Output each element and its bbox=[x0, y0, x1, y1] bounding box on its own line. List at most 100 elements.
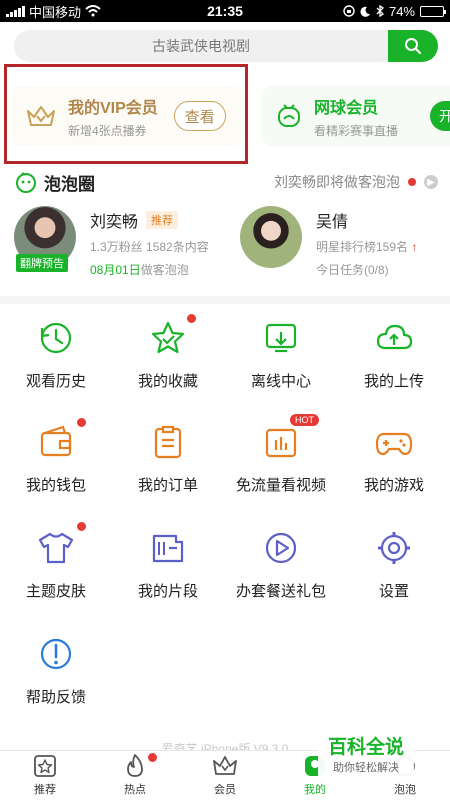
tab-vip[interactable]: 会员 bbox=[180, 751, 270, 800]
arrow-up-icon: ↑ bbox=[411, 240, 418, 254]
grid-item-settings[interactable]: 设置 bbox=[338, 528, 450, 618]
grid-item-help[interactable]: 帮助反馈 bbox=[0, 634, 112, 724]
tab-recommend[interactable]: 推荐 bbox=[0, 751, 90, 800]
avatar bbox=[240, 206, 302, 268]
status-bar: 中国移动 21:35 74% bbox=[0, 0, 450, 22]
wallet-icon bbox=[36, 418, 86, 462]
tab-hot[interactable]: 热点 bbox=[90, 751, 180, 800]
settings-gear-icon bbox=[374, 528, 414, 568]
grid-item-themes[interactable]: 主题皮肤 bbox=[0, 522, 112, 618]
grid-label: 我的上传 bbox=[363, 373, 424, 390]
help-icon bbox=[36, 634, 76, 674]
tab-label: 热点 bbox=[124, 784, 146, 796]
grid-label: 主题皮肤 bbox=[25, 583, 86, 600]
grid-label: 我的订单 bbox=[137, 477, 198, 494]
history-icon bbox=[36, 318, 76, 358]
grid-label: 我的收藏 bbox=[137, 373, 198, 390]
star-card-liu[interactable]: 翻牌预告 刘奕畅 推荐 1.3万粉丝 1582条内容 08月01日做客泡泡 bbox=[14, 206, 234, 278]
bubble-circle-header[interactable]: 泡泡圈 刘奕畅即将做客泡泡 ▶ bbox=[14, 168, 438, 196]
vip-member-card[interactable]: 我的VIP会员 新增4张点播券 查看 bbox=[12, 86, 242, 146]
vip-view-button[interactable]: 查看 bbox=[173, 101, 226, 131]
moon-icon bbox=[360, 6, 370, 17]
star-card-wu[interactable]: 吴倩 明星排行榜159名 ↑ 今日任务(0/8) bbox=[240, 206, 440, 277]
grid-label: 观看历史 bbox=[25, 373, 86, 390]
star-rank: 明星排行榜159名 bbox=[316, 240, 409, 254]
status-left: 中国移动 bbox=[0, 2, 160, 21]
star-date: 08月01日 bbox=[90, 263, 141, 277]
star-name-row: 刘奕畅 推荐 bbox=[90, 208, 209, 232]
star-info: 吴倩 明星排行榜159名 ↑ 今日任务(0/8) bbox=[316, 206, 418, 277]
avatar: 翻牌预告 bbox=[14, 206, 76, 272]
grid-label: 办套餐送礼包 bbox=[235, 583, 326, 600]
bubble-circle-title: 泡泡圈 bbox=[44, 174, 95, 194]
notification-dot bbox=[77, 522, 86, 531]
grid-item-wallet[interactable]: 我的钱包 bbox=[0, 418, 112, 512]
star-date-row: 08月01日做客泡泡 bbox=[90, 261, 209, 278]
grid-item-games[interactable]: 我的游戏 bbox=[338, 422, 450, 512]
search-bar bbox=[14, 30, 438, 62]
avatar-badge: 翻牌预告 bbox=[16, 254, 68, 272]
status-right: 74% bbox=[290, 4, 450, 19]
grid-item-favorites[interactable]: 我的收藏 bbox=[112, 314, 224, 408]
tennis-open-button[interactable]: 开 bbox=[430, 101, 450, 131]
star-name: 吴倩 bbox=[316, 214, 349, 231]
tab-label: 会员 bbox=[214, 784, 236, 796]
notification-dot bbox=[148, 753, 157, 762]
tennis-card-text: 网球会员 看精彩赛事直播 bbox=[314, 94, 398, 139]
grid-item-orders[interactable]: 我的订单 bbox=[112, 422, 224, 512]
bubble-notice[interactable]: 刘奕畅即将做客泡泡 bbox=[274, 172, 400, 192]
upload-cloud-icon bbox=[374, 318, 414, 358]
star-info: 刘奕畅 推荐 1.3万粉丝 1582条内容 08月01日做客泡泡 bbox=[90, 206, 209, 278]
bluetooth-icon bbox=[376, 5, 384, 17]
bubble-face-icon bbox=[16, 172, 36, 193]
star-task: 今日任务(0/8) bbox=[316, 263, 389, 277]
tennis-card-title: 网球会员 bbox=[314, 99, 379, 117]
orientation-lock-icon bbox=[343, 5, 355, 17]
battery-icon bbox=[420, 5, 446, 17]
watermark-subtitle: 助你轻松解决 bbox=[333, 762, 399, 774]
star-name: 刘奕畅 bbox=[90, 214, 139, 231]
grid-label: 设置 bbox=[378, 583, 409, 600]
vip-card-title: 我的VIP会员 bbox=[68, 99, 158, 117]
vip-card-text: 我的VIP会员 新增4张点播券 bbox=[68, 94, 158, 139]
hot-badge: HOT bbox=[290, 414, 319, 426]
crown-icon bbox=[27, 106, 55, 126]
grid-label: 我的钱包 bbox=[25, 477, 86, 494]
grid-item-history[interactable]: 观看历史 bbox=[0, 318, 112, 408]
section-divider bbox=[0, 296, 450, 304]
grid-label: 我的游戏 bbox=[363, 477, 424, 494]
grid-label: 我的片段 bbox=[137, 583, 198, 600]
carrier-label: 中国移动 bbox=[29, 4, 82, 20]
search-icon bbox=[405, 38, 422, 55]
grid-item-clips[interactable]: 我的片段 bbox=[112, 528, 224, 618]
order-icon bbox=[148, 422, 188, 462]
wifi-icon bbox=[85, 5, 101, 17]
film-clip-icon bbox=[148, 528, 188, 568]
watermark-title: 百科全说 bbox=[327, 737, 404, 758]
battery-percent: 74% bbox=[388, 3, 415, 19]
favorite-star-icon bbox=[148, 314, 196, 358]
signal-icon bbox=[6, 5, 25, 17]
tennis-ball-icon bbox=[278, 104, 300, 127]
star-date-suffix: 做客泡泡 bbox=[140, 263, 189, 277]
grid-item-upload[interactable]: 我的上传 bbox=[338, 318, 450, 408]
play-circle-icon bbox=[261, 528, 301, 568]
tab-label: 我的 bbox=[304, 784, 326, 796]
tennis-member-card[interactable]: 网球会员 看精彩赛事直播 开 bbox=[262, 86, 450, 146]
grid-item-offline[interactable]: 离线中心 bbox=[225, 318, 337, 408]
recommend-tab-icon bbox=[34, 755, 56, 777]
crown-tab-icon bbox=[213, 756, 237, 775]
grid-label: 免流量看视频 bbox=[235, 477, 326, 494]
vip-card-subtitle: 新增4张点播券 bbox=[68, 123, 147, 138]
grid-item-free-data[interactable]: HOT 免流量看视频 bbox=[225, 414, 337, 512]
gamepad-icon bbox=[374, 422, 414, 462]
grid-label: 帮助反馈 bbox=[25, 689, 86, 706]
flame-tab-icon bbox=[127, 754, 143, 777]
grid-item-package[interactable]: 办套餐送礼包 bbox=[225, 528, 337, 618]
tshirt-icon bbox=[36, 522, 86, 568]
watermark: 百科全说 助你轻松解决 bbox=[318, 732, 414, 776]
search-input[interactable] bbox=[14, 30, 388, 62]
chevron-right-icon[interactable]: ▶ bbox=[424, 175, 438, 189]
offline-download-icon bbox=[261, 318, 301, 358]
search-button[interactable] bbox=[388, 30, 438, 62]
